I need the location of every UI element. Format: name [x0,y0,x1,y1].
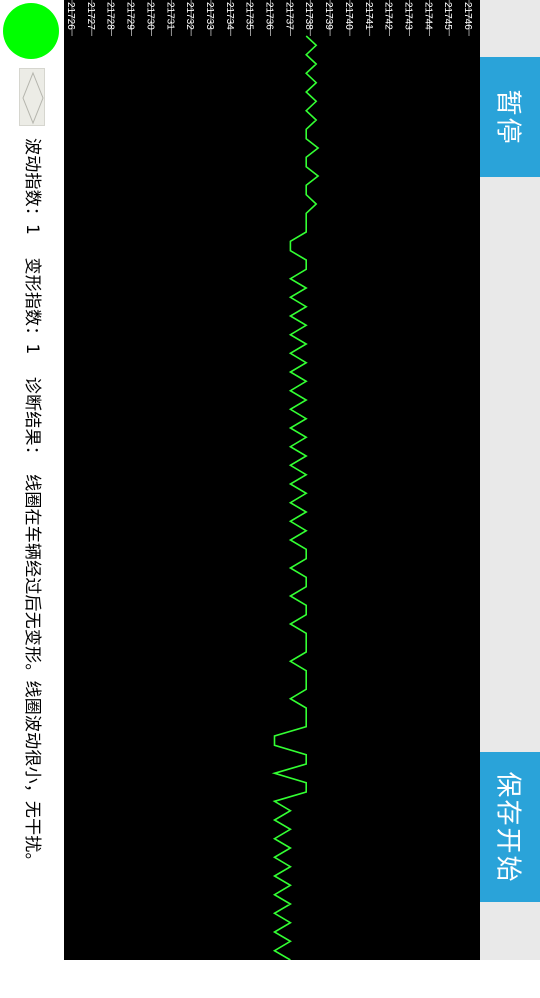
waveform-chart: 21726 21727 21728 21729 21730 21731 21732 21733… [64,0,480,960]
tick-label: 21730 [144,2,155,30]
tick-label: 21745 [442,2,453,30]
pause-button-label: 暂停 [492,88,523,146]
zoom-toggle[interactable] [19,68,45,126]
button-column: 暂停 保存开始 [480,0,540,960]
tick-label: 21738 [303,2,314,30]
status-panel: 波动指数：1 变形指数：1 诊断结果： 线圈在车辆经过后无变形。线圈波动很小，无… [0,0,64,960]
fluctuation-value: 1 [22,224,42,236]
diagnosis-label: 诊断结果： [22,376,42,463]
waveform-svg: 21726 21727 21728 21729 21730 21731 21732 21733… [64,0,480,960]
tick-label: 21729 [125,2,136,30]
tick-label: 21728 [105,2,116,30]
tick-label: 21746 [462,2,473,30]
tick-label: 21742 [383,2,394,30]
tick-label: 21737 [283,2,294,30]
deformation-label: 变形指数： [22,257,42,344]
chart-background [64,0,480,960]
diagnosis-text: 线圈在车辆经过后无变形。线圈波动很小，无干扰。 [22,474,42,870]
save-start-button[interactable]: 保存开始 [480,752,540,902]
fluctuation-label: 波动指数： [22,138,42,224]
pause-button[interactable]: 暂停 [480,57,540,177]
tick-label: 21740 [343,2,354,30]
tick-label: 21739 [323,2,334,30]
tick-label: 21732 [184,2,195,30]
tick-label: 21741 [363,2,374,30]
tick-label: 21734 [224,2,235,30]
tick-label: 21736 [264,2,275,30]
diagnosis-info: 波动指数：1 变形指数：1 诊断结果： 线圈在车辆经过后无变形。线圈波动很小，无… [22,138,42,998]
tick-label: 21731 [164,2,175,30]
tick-label: 21735 [244,2,255,30]
tick-label: 21727 [85,2,96,30]
status-indicator [3,3,59,59]
save-start-button-label: 保存开始 [492,770,523,884]
tick-label: 21733 [204,2,215,30]
tick-label: 21743 [402,2,413,30]
tick-label: 21726 [65,2,76,30]
tick-label: 21744 [422,2,433,30]
deformation-value: 1 [22,343,42,355]
diamond-icon [22,71,44,125]
